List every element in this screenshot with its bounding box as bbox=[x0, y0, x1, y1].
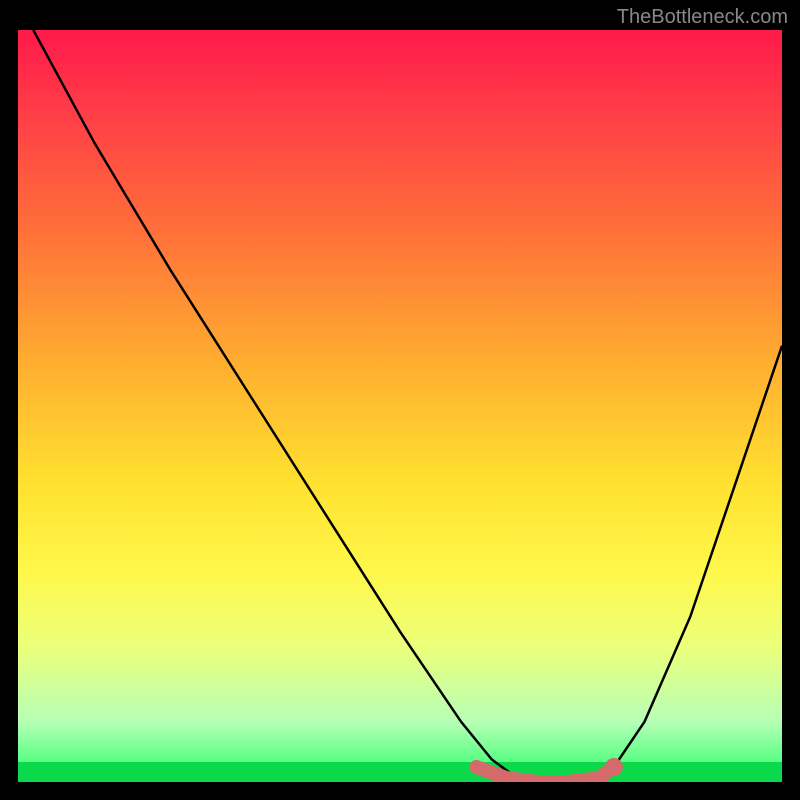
curve-layer bbox=[18, 30, 782, 782]
chart-container: TheBottleneck.com bbox=[0, 0, 800, 800]
watermark-text: TheBottleneck.com bbox=[617, 6, 788, 29]
highlight-end-dot bbox=[605, 758, 623, 776]
main-curve bbox=[33, 30, 782, 782]
highlight-curve bbox=[476, 767, 614, 782]
